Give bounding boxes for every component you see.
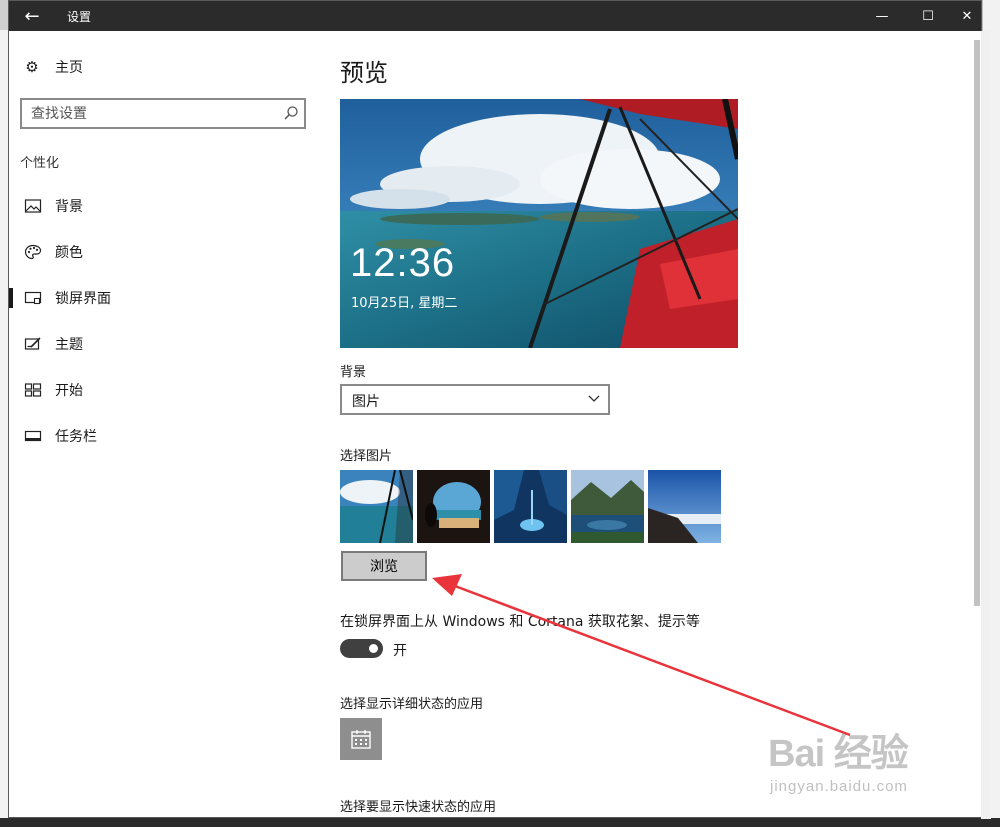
picture-thumbnail[interactable] <box>648 470 721 543</box>
search-input[interactable] <box>22 100 272 127</box>
watermark: Bai 经验 jingyan.baidu.com <box>768 722 948 802</box>
sidebar: ⚙ 主页 个性化 背景 颜色 <box>9 31 319 818</box>
back-button[interactable]: ← <box>9 1 55 31</box>
preview-date: 10月25日, 星期二 <box>351 296 458 311</box>
main-content: 预览 12:36 10月25日, 星期二 背景 图片 选择图片 浏览 在锁屏界面… <box>340 31 960 818</box>
picture-thumbnail[interactable] <box>571 470 644 543</box>
sidebar-item-label: 颜色 <box>55 245 83 261</box>
sidebar-item-lock-screen[interactable]: 锁屏界面 <box>9 280 309 316</box>
maximize-button[interactable]: ☐ <box>905 1 951 31</box>
picture-thumbnail[interactable] <box>340 470 413 543</box>
background-app-left <box>0 30 8 827</box>
gear-icon: ⚙ <box>25 58 39 76</box>
lock-screen-icon <box>24 291 42 305</box>
search-icon[interactable] <box>283 105 299 121</box>
home-label: 主页 <box>55 60 83 76</box>
sidebar-item-themes[interactable]: 主题 <box>9 326 309 362</box>
lock-screen-preview: 12:36 10月25日, 星期二 <box>340 99 738 348</box>
scrollbar-track[interactable] <box>981 31 991 819</box>
background-select[interactable]: 图片 <box>340 384 610 415</box>
toggle-state-label: 开 <box>393 643 407 659</box>
sidebar-item-colors[interactable]: 颜色 <box>9 234 309 270</box>
taskbar-icon <box>24 430 42 442</box>
choose-picture-label: 选择图片 <box>340 449 393 464</box>
search-box[interactable] <box>20 98 306 129</box>
minimize-button[interactable]: — <box>859 1 905 31</box>
chevron-down-icon <box>588 395 600 402</box>
section-title: 个性化 <box>20 156 60 171</box>
fun-facts-toggle[interactable] <box>340 639 383 658</box>
settings-window: ← 设置 — ☐ ✕ ⚙ 主页 个性化 背景 <box>8 0 991 819</box>
browse-button[interactable]: 浏览 <box>341 551 427 581</box>
background-label: 背景 <box>340 365 367 380</box>
quick-status-label: 选择要显示快速状态的应用 <box>340 800 497 815</box>
start-icon <box>24 383 42 397</box>
detailed-status-app-button[interactable] <box>340 718 382 760</box>
window-title: 设置 <box>67 10 92 24</box>
picture-thumbnail[interactable] <box>417 470 490 543</box>
taskbar-strip <box>0 818 1000 827</box>
page-title: 预览 <box>340 59 388 87</box>
background-select-value: 图片 <box>352 394 380 410</box>
toggle-knob <box>369 644 378 653</box>
sidebar-item-label: 主题 <box>55 337 83 353</box>
sidebar-item-start[interactable]: 开始 <box>9 372 309 408</box>
sidebar-item-label: 背景 <box>55 199 83 215</box>
home-link[interactable]: ⚙ 主页 <box>23 57 83 77</box>
watermark-url: jingyan.baidu.com <box>770 778 908 795</box>
title-bar: ← 设置 — ☐ ✕ <box>9 1 981 31</box>
sidebar-item-label: 任务栏 <box>55 429 97 445</box>
sidebar-item-label: 开始 <box>55 383 83 399</box>
detailed-status-label: 选择显示详细状态的应用 <box>340 697 484 712</box>
fun-facts-label: 在锁屏界面上从 Windows 和 Cortana 获取花絮、提示等 <box>340 614 700 630</box>
sidebar-item-background[interactable]: 背景 <box>9 188 309 224</box>
sidebar-item-label: 锁屏界面 <box>55 291 111 307</box>
theme-icon <box>24 337 41 350</box>
preview-time: 12:36 <box>350 241 456 285</box>
palette-icon <box>24 244 42 260</box>
picture-thumbnail[interactable] <box>494 470 567 543</box>
picture-icon <box>24 199 42 213</box>
close-button[interactable]: ✕ <box>951 1 983 31</box>
calendar-icon <box>351 730 371 749</box>
watermark-logo: Bai 经验 <box>768 733 909 775</box>
scrollbar-thumb[interactable] <box>974 40 980 606</box>
sidebar-item-taskbar[interactable]: 任务栏 <box>9 418 309 454</box>
